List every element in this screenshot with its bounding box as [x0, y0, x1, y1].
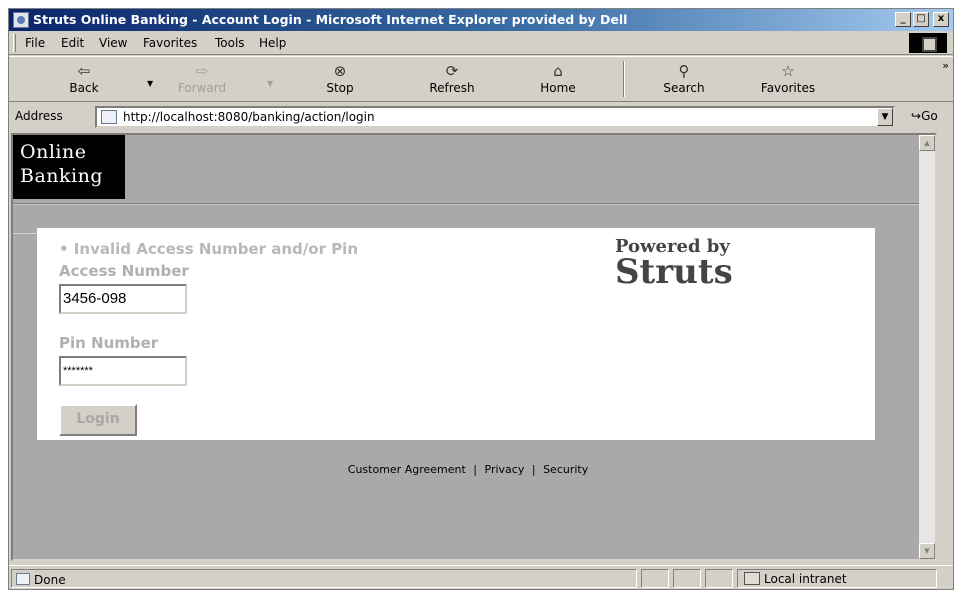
zone-text: Local intranet: [764, 572, 847, 586]
forward-label: Forward: [177, 81, 227, 95]
maximize-button[interactable]: □: [913, 12, 929, 27]
home-icon: ⌂: [553, 62, 563, 80]
address-dropdown-icon[interactable]: ▼: [877, 108, 893, 126]
status-cell-empty: [705, 569, 733, 588]
stop-button[interactable]: ⊗ Stop: [305, 59, 375, 99]
refresh-icon: ⟳: [445, 62, 459, 80]
windows-logo-icon: [909, 33, 947, 53]
menu-view[interactable]: View: [99, 36, 127, 50]
status-cell-empty: [641, 569, 669, 588]
status-text: Done: [34, 573, 66, 587]
favorites-label: Favorites: [760, 81, 816, 95]
online-banking-logo: Online Banking: [13, 135, 125, 199]
toolbar-separator: [623, 61, 625, 97]
menu-file[interactable]: File: [25, 36, 45, 50]
back-button[interactable]: ⇦ Back: [49, 59, 119, 99]
menu-tools[interactable]: Tools: [215, 36, 245, 50]
forward-dropdown-icon[interactable]: ▼: [267, 79, 273, 88]
login-button[interactable]: Login: [59, 404, 137, 436]
access-number-label: Access Number: [59, 262, 189, 280]
back-arrow-icon: ⇦: [77, 62, 91, 80]
search-label: Search: [663, 81, 705, 95]
menu-help[interactable]: Help: [259, 36, 286, 50]
browser-window: Struts Online Banking - Account Login - …: [8, 8, 954, 590]
status-bar: Done Local intranet: [9, 565, 953, 589]
zone-panel: Local intranet: [737, 569, 937, 588]
toolbar-more-icon[interactable]: »: [942, 59, 949, 72]
security-link[interactable]: Security: [543, 463, 588, 476]
title-bar: Struts Online Banking - Account Login - …: [9, 9, 953, 31]
access-number-input[interactable]: 3456-098: [59, 284, 187, 314]
local-intranet-icon: [744, 572, 760, 585]
forward-button[interactable]: ⇨ Forward: [167, 59, 237, 99]
menu-grip: [13, 34, 16, 52]
customer-agreement-link[interactable]: Customer Agreement: [348, 463, 466, 476]
status-main: Done: [11, 569, 637, 588]
minimize-button[interactable]: _: [895, 12, 911, 27]
status-cell-empty: [673, 569, 701, 588]
back-dropdown-icon[interactable]: ▼: [147, 79, 153, 88]
logo-line-2: Banking: [20, 165, 104, 187]
footer-separator: |: [473, 463, 478, 476]
powered-by-struts-logo: Powered by Struts: [615, 236, 733, 292]
ie-app-icon: [13, 12, 29, 28]
pin-number-input[interactable]: *******: [59, 356, 187, 386]
address-input[interactable]: http://localhost:8080/banking/action/log…: [95, 106, 895, 128]
menu-favorites[interactable]: Favorites: [143, 36, 197, 50]
home-button[interactable]: ⌂ Home: [523, 59, 593, 99]
login-panel: • Invalid Access Number and/or Pin Acces…: [37, 228, 875, 440]
close-button[interactable]: x: [933, 12, 949, 27]
refresh-label: Refresh: [429, 81, 475, 95]
forward-arrow-icon: ⇨: [195, 62, 209, 80]
logo-line-1: Online: [20, 141, 87, 163]
back-label: Back: [69, 81, 99, 95]
header-divider: [13, 203, 923, 205]
favorites-icon: ☆: [781, 62, 795, 80]
error-message: • Invalid Access Number and/or Pin: [59, 240, 359, 258]
page-icon: [101, 110, 117, 124]
page-viewport: Online Banking • Invalid Access Number a…: [11, 133, 937, 561]
left-divider: [13, 233, 37, 234]
vertical-scrollbar[interactable]: ▲ ▼: [919, 135, 935, 559]
address-url[interactable]: http://localhost:8080/banking/action/log…: [123, 110, 375, 124]
go-arrow-icon: ↪: [911, 109, 922, 123]
window-title: Struts Online Banking - Account Login - …: [33, 12, 628, 27]
scroll-down-icon[interactable]: ▼: [919, 543, 935, 559]
favorites-button[interactable]: ☆ Favorites: [753, 59, 823, 99]
footer-separator: |: [531, 463, 536, 476]
stop-label: Stop: [326, 81, 354, 95]
home-label: Home: [540, 81, 576, 95]
menu-edit[interactable]: Edit: [61, 36, 84, 50]
search-icon: ⚲: [678, 62, 690, 80]
page-done-icon: [16, 573, 30, 585]
struts-text: Struts: [615, 252, 733, 292]
pin-number-label: Pin Number: [59, 334, 159, 352]
go-label: Go: [921, 109, 938, 123]
privacy-link[interactable]: Privacy: [485, 463, 525, 476]
address-label: Address: [15, 109, 63, 123]
search-button[interactable]: ⚲ Search: [649, 59, 719, 99]
address-bar: Address http://localhost:8080/banking/ac…: [9, 103, 953, 131]
refresh-button[interactable]: ⟳ Refresh: [417, 59, 487, 99]
stop-icon: ⊗: [333, 62, 347, 80]
scroll-up-icon[interactable]: ▲: [919, 135, 935, 151]
go-button[interactable]: ↪Go: [911, 109, 938, 123]
menu-bar: File Edit View Favorites Tools Help: [9, 31, 953, 55]
toolbar: ⇦ Back ▼ ⇨ Forward ▼ ⊗ Stop ⟳ Refresh ⌂ …: [9, 56, 953, 102]
footer-links: Customer Agreement | Privacy | Security: [13, 463, 923, 476]
